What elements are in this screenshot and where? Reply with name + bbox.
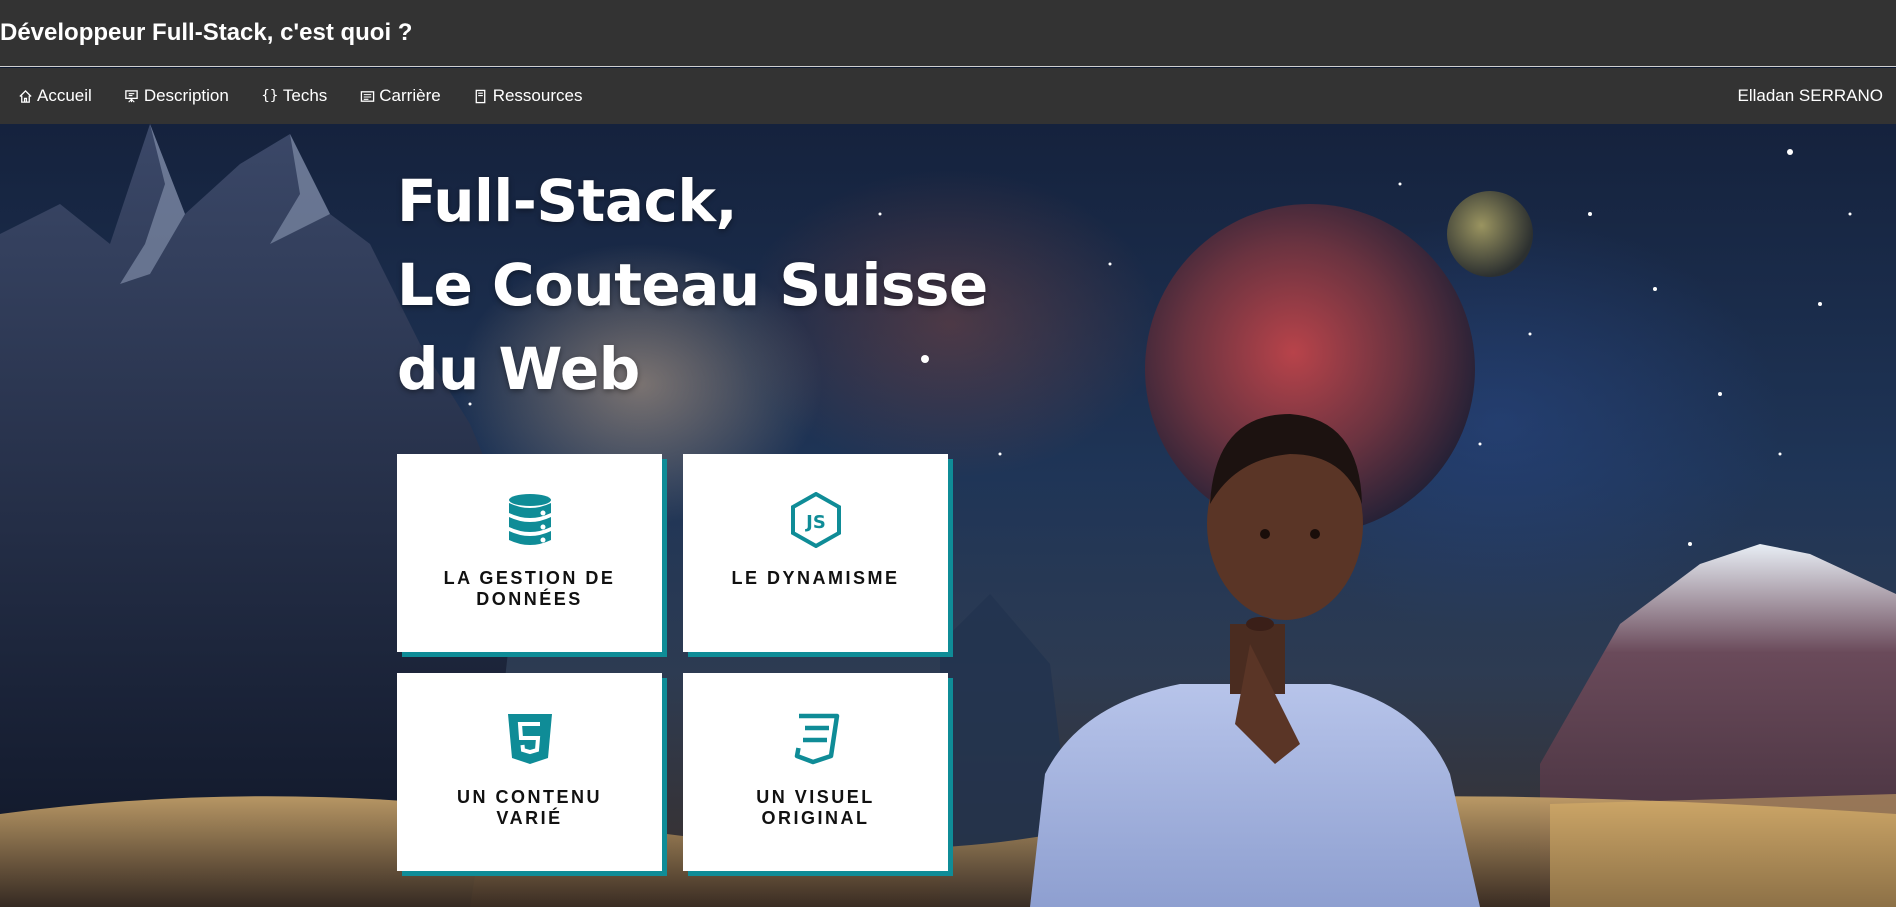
nav-bar: Accueil Description {} Techs Carrière Re… bbox=[0, 68, 1896, 124]
nav-item-accueil[interactable]: Accueil bbox=[17, 76, 92, 116]
card-data-management[interactable]: LA GESTION DE DONNÉES bbox=[397, 454, 662, 652]
page-title: Développeur Full-Stack, c'est quoi ? bbox=[0, 19, 413, 46]
id-card-icon bbox=[359, 88, 375, 104]
nav-item-label: Description bbox=[143, 86, 229, 105]
database-icon bbox=[502, 492, 558, 548]
presentation-icon bbox=[124, 88, 140, 104]
hero-headline: Full-Stack, Le Couteau Suisse du Web bbox=[397, 159, 988, 411]
card-dynamism[interactable]: JS LE DYNAMISME bbox=[683, 454, 948, 652]
home-icon bbox=[17, 88, 33, 104]
nav-item-ressources[interactable]: Ressources bbox=[473, 76, 583, 116]
svg-text:JS: JS bbox=[804, 512, 826, 533]
nav-item-label: Techs bbox=[282, 86, 328, 105]
card-label: UN VISUEL ORIGINAL bbox=[756, 787, 875, 828]
card-label: UN CONTENU VARIÉ bbox=[457, 787, 602, 828]
headline-line-3: du Web bbox=[397, 335, 640, 403]
css3-icon bbox=[788, 711, 844, 767]
title-bar: Développeur Full-Stack, c'est quoi ? bbox=[0, 0, 1896, 67]
card-label: LA GESTION DE DONNÉES bbox=[443, 568, 616, 609]
nav-item-label: Ressources bbox=[492, 86, 583, 105]
book-icon bbox=[473, 88, 489, 104]
braces-icon: {} bbox=[261, 88, 279, 104]
nav-item-carriere[interactable]: Carrière bbox=[359, 76, 441, 116]
hero-section: Full-Stack, Le Couteau Suisse du Web LA … bbox=[0, 124, 1896, 907]
card-varied-content[interactable]: UN CONTENU VARIÉ bbox=[397, 673, 662, 871]
nav-item-label: Carrière bbox=[379, 86, 441, 105]
nodejs-icon: JS bbox=[788, 492, 844, 548]
card-original-visual[interactable]: UN VISUEL ORIGINAL bbox=[683, 673, 948, 871]
html5-icon bbox=[502, 711, 558, 767]
nav-list: Accueil Description {} Techs Carrière Re… bbox=[0, 68, 597, 124]
nav-item-techs[interactable]: {} Techs bbox=[261, 76, 327, 116]
author-name: Elladan SERRANO bbox=[1737, 86, 1883, 105]
nav-item-label: Accueil bbox=[37, 86, 92, 105]
headline-line-1: Full-Stack, bbox=[397, 167, 737, 235]
nav-item-description[interactable]: Description bbox=[124, 76, 229, 116]
card-label: LE DYNAMISME bbox=[731, 568, 900, 588]
headline-line-2: Le Couteau Suisse bbox=[397, 251, 988, 319]
